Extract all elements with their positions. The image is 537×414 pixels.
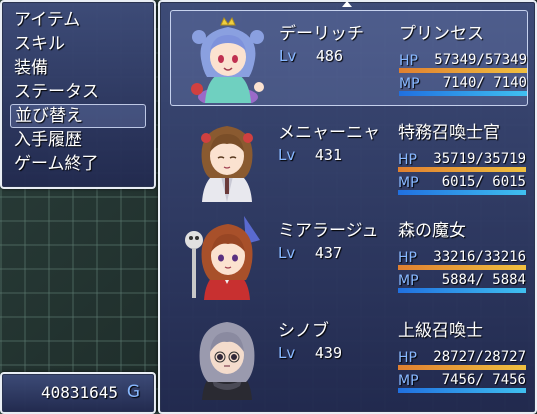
hp-gauge-fill <box>399 68 527 73</box>
hp-gauge: HP 57349/57349 <box>399 51 527 75</box>
level-label: Lv <box>278 344 296 362</box>
party-member-2[interactable]: メニャーニャ 特務召喚士官 Lv 431 HP 35719/35719 MP 6… <box>170 110 528 206</box>
party-status-window: デーリッチ プリンセス Lv 486 HP 57349/57349 MP 714… <box>158 0 537 414</box>
mp-value: 7140/ 7140 <box>442 75 527 91</box>
hp-label: HP <box>398 350 417 366</box>
mp-label: MP <box>398 273 419 289</box>
level-value: 437 <box>314 244 342 262</box>
portrait-grey-haired-summoner <box>182 310 272 400</box>
menu-item-equip[interactable]: 装備 <box>10 56 146 80</box>
hp-gauge-fill <box>398 167 526 172</box>
member-class: 森の魔女 <box>398 221 466 241</box>
member-name: ミアラージュ <box>278 221 379 241</box>
command-window: アイテム スキル 装備 ステータス 並び替え 入手履歴 ゲーム終了 <box>0 0 156 189</box>
member-class: 上級召喚士 <box>398 321 483 341</box>
portrait-purple-haired-princess <box>183 13 273 103</box>
mp-gauge: MP 7456/ 7456 <box>398 371 526 395</box>
level-label: Lv <box>278 244 296 262</box>
hp-gauge: HP 28727/28727 <box>398 348 526 372</box>
hp-gauge: HP 35719/35719 <box>398 150 526 174</box>
game-screen: アイテム スキル 装備 ステータス 並び替え 入手履歴 ゲーム終了 408316… <box>0 0 537 414</box>
hp-value: 35719/35719 <box>433 151 526 167</box>
member-class: プリンセス <box>399 24 484 44</box>
menu-item-game-end[interactable]: ゲーム終了 <box>10 152 146 176</box>
portrait-forest-witch <box>182 210 272 300</box>
menu-item-status[interactable]: ステータス <box>10 80 146 104</box>
hp-label: HP <box>399 53 418 69</box>
hp-label: HP <box>398 250 417 266</box>
mp-label: MP <box>398 373 419 389</box>
mp-gauge: MP 7140/ 7140 <box>399 74 527 98</box>
party-member-1[interactable]: デーリッチ プリンセス Lv 486 HP 57349/57349 MP 714… <box>170 10 528 106</box>
hp-label: HP <box>398 152 417 168</box>
mp-gauge: MP 6015/ 6015 <box>398 173 526 197</box>
hp-value: 28727/28727 <box>433 349 526 365</box>
member-name: デーリッチ <box>279 24 364 44</box>
mp-value: 5884/ 5884 <box>441 272 526 288</box>
gold-amount: 40831645 <box>40 383 118 402</box>
menu-item-skill[interactable]: スキル <box>10 32 146 56</box>
portrait-brown-haired-officer <box>182 112 272 202</box>
member-name: メニャーニャ <box>278 123 380 143</box>
hp-gauge: HP 33216/33216 <box>398 248 526 272</box>
mp-value: 6015/ 6015 <box>441 174 526 190</box>
gold-unit: G <box>126 382 140 402</box>
gold-window: 40831645 G <box>0 372 156 414</box>
level-value: 439 <box>314 344 342 362</box>
member-name: シノブ <box>278 321 329 341</box>
hp-gauge-fill <box>398 265 526 270</box>
hp-value: 57349/57349 <box>434 52 527 68</box>
level-label: Lv <box>278 146 296 164</box>
level-value: 431 <box>314 146 342 164</box>
scroll-up-arrow-icon[interactable] <box>342 1 352 7</box>
member-class: 特務召喚士官 <box>398 123 500 143</box>
party-member-4[interactable]: シノブ 上級召喚士 Lv 439 HP 28727/28727 MP 7456/… <box>170 308 528 404</box>
mp-value: 7456/ 7456 <box>441 372 526 388</box>
mp-label: MP <box>399 76 420 92</box>
menu-item-formation[interactable]: 並び替え <box>10 104 146 128</box>
party-member-3[interactable]: ミアラージュ 森の魔女 Lv 437 HP 33216/33216 MP 588… <box>170 208 528 304</box>
mp-label: MP <box>398 175 419 191</box>
mp-gauge: MP 5884/ 5884 <box>398 271 526 295</box>
hp-gauge-fill <box>398 365 526 370</box>
hp-value: 33216/33216 <box>433 249 526 265</box>
level-value: 486 <box>315 47 343 65</box>
level-label: Lv <box>279 47 297 65</box>
menu-item-history[interactable]: 入手履歴 <box>10 128 146 152</box>
menu-item-item[interactable]: アイテム <box>10 8 146 32</box>
